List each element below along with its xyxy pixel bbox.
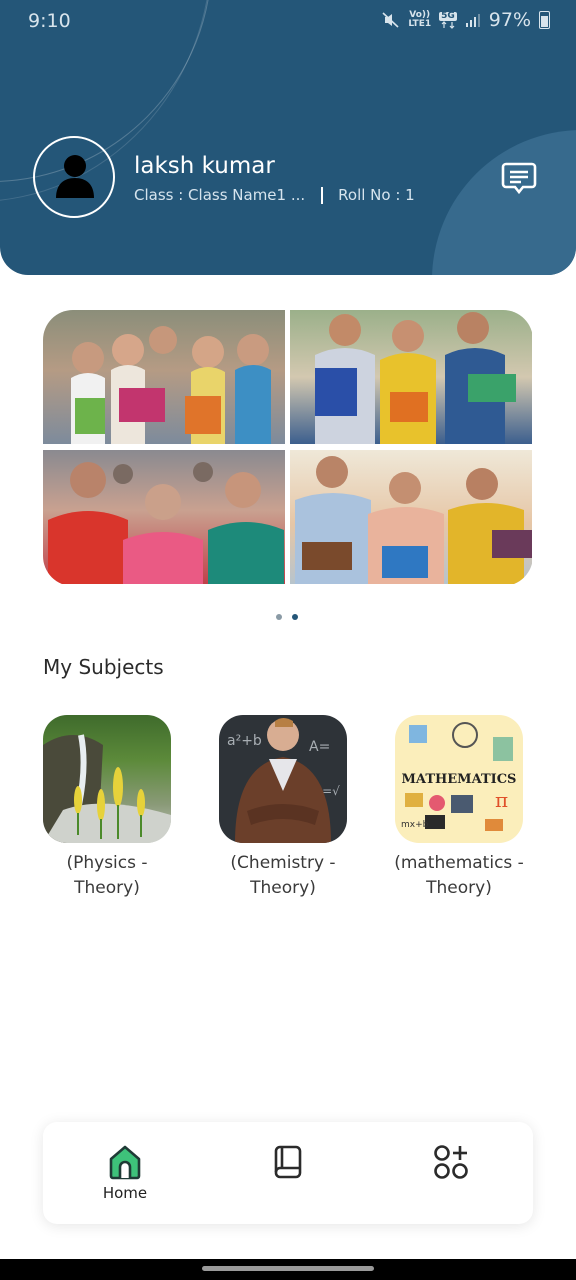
apps-add-icon	[434, 1145, 468, 1179]
waterfall-flowers-image	[43, 734, 171, 843]
class-info: Class : Class Name1 ... Roll No : 1	[134, 186, 415, 204]
banner-photo-classroom	[43, 450, 285, 584]
roll-number: Roll No : 1	[338, 186, 415, 204]
user-icon	[56, 155, 94, 198]
svg-text:mx+b: mx+b	[401, 820, 429, 830]
college-students-image	[315, 312, 516, 444]
nav-home[interactable]: Home	[65, 1122, 185, 1224]
banner-photo-teachers	[290, 450, 532, 584]
subject-thumbnail: MATHEMATICS π mx+b	[395, 715, 523, 843]
bottom-navigation: Home	[43, 1122, 533, 1224]
banner-carousel[interactable]	[43, 310, 533, 586]
nav-more[interactable]	[391, 1122, 511, 1224]
subject-card-mathematics[interactable]: MATHEMATICS π mx+b (mathematics - Theory…	[394, 715, 524, 901]
subject-label: (Physics - Theory)	[66, 853, 148, 898]
gesture-handle[interactable]	[202, 1266, 374, 1271]
carousel-indicator	[276, 614, 298, 620]
status-icons: Vo)) LTE1 5G 97%	[382, 9, 550, 31]
teacher-chalkboard-image: a²+b A= x=√	[227, 718, 340, 843]
nav-subjects[interactable]	[228, 1122, 348, 1224]
signal-icon	[465, 14, 480, 27]
section-title-my-subjects: My Subjects	[43, 655, 164, 679]
avatar[interactable]	[33, 136, 115, 218]
svg-text:A=: A=	[309, 739, 330, 755]
header-decoration-circle	[432, 130, 576, 275]
mathematics-collage-image: MATHEMATICS π mx+b	[401, 722, 517, 831]
data-arrows-icon	[441, 20, 455, 29]
signal-5g-label: 5G	[439, 10, 457, 21]
divider	[321, 186, 324, 204]
home-icon	[109, 1145, 141, 1180]
battery-icon	[539, 11, 550, 29]
status-time: 9:10	[28, 10, 71, 32]
book-icon	[274, 1145, 302, 1179]
message-icon	[501, 162, 537, 195]
subject-label: (mathematics - Theory)	[394, 853, 524, 898]
banner-photo-students	[43, 310, 285, 444]
subject-label: (Chemistry - Theory)	[230, 853, 336, 898]
carousel-dot-active[interactable]	[292, 614, 298, 620]
classroom-students-image	[48, 462, 284, 584]
profile-header: 9:10 Vo)) LTE1 5G 97% laksh kumar Class …	[0, 0, 576, 275]
subject-card-chemistry[interactable]: a²+b A= x=√ (Chemistry - Theory)	[219, 715, 347, 901]
nav-home-label: Home	[102, 1184, 148, 1202]
subject-thumbnail	[43, 715, 171, 843]
network-type: Vo)) LTE1	[408, 11, 431, 29]
notice-button[interactable]	[501, 160, 537, 196]
battery-percent: 97%	[488, 9, 531, 31]
mute-icon	[382, 12, 399, 28]
teachers-group-image	[295, 456, 532, 584]
student-name: laksh kumar	[134, 153, 275, 179]
banner-photo-college-students	[290, 310, 532, 444]
signal-5g: 5G	[439, 10, 457, 29]
svg-text:π: π	[495, 788, 508, 812]
subject-card-physics[interactable]: (Physics - Theory)	[43, 715, 171, 901]
svg-text:a²+b: a²+b	[227, 733, 262, 749]
status-bar: 9:10 Vo)) LTE1 5G 97%	[0, 0, 576, 44]
class-label: Class : Class Name1 ...	[134, 186, 306, 204]
students-group-image	[71, 326, 271, 444]
carousel-dot[interactable]	[276, 614, 282, 620]
subject-thumbnail: a²+b A= x=√	[219, 715, 347, 843]
mathematics-thumb-text: MATHEMATICS	[402, 772, 517, 787]
lte-label: LTE1	[408, 19, 432, 29]
